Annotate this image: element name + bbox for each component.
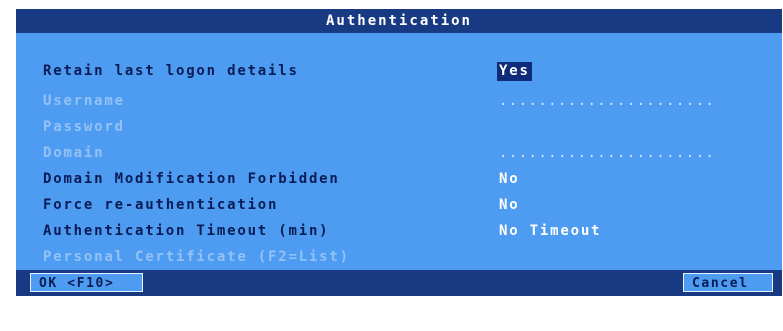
force-reauth-value[interactable]: No [499, 195, 519, 215]
field-row-auth-timeout[interactable]: Authentication Timeout (min) No Timeout [16, 221, 782, 241]
field-row-domain-forbidden[interactable]: Domain Modification Forbidden No [16, 169, 782, 189]
button-bar: OK <F10> Cancel [16, 270, 782, 296]
password-label: Password [43, 119, 125, 135]
auth-timeout-label: Authentication Timeout (min) [43, 223, 330, 239]
retain-logon-value[interactable]: Yes [497, 61, 532, 81]
domain-field: ...................... [499, 145, 716, 161]
dialog-title: Authentication [16, 9, 782, 33]
retain-logon-selected-value[interactable]: Yes [497, 62, 532, 81]
username-field: ...................... [499, 93, 716, 109]
username-label: Username [43, 93, 125, 109]
authentication-dialog: Authentication Retain last logon details… [16, 9, 782, 296]
field-row-personal-cert: Personal Certificate (F2=List) [16, 247, 782, 267]
ok-button[interactable]: OK <F10> [30, 273, 143, 292]
retain-logon-label: Retain last logon details [43, 63, 299, 79]
field-row-password: Password [16, 117, 782, 137]
field-row-domain: Domain ...................... [16, 143, 782, 163]
domain-label: Domain [43, 145, 105, 161]
field-row-force-reauth[interactable]: Force re-authentication No [16, 195, 782, 215]
domain-forbidden-value[interactable]: No [499, 169, 519, 189]
auth-timeout-value[interactable]: No Timeout [499, 221, 601, 241]
field-row-retain-logon[interactable]: Retain last logon details Yes [16, 61, 782, 81]
force-reauth-label: Force re-authentication [43, 197, 279, 213]
field-row-username: Username ...................... [16, 91, 782, 111]
cancel-button[interactable]: Cancel [683, 273, 773, 292]
personal-cert-label: Personal Certificate (F2=List) [43, 249, 350, 265]
domain-forbidden-label: Domain Modification Forbidden [43, 171, 340, 187]
